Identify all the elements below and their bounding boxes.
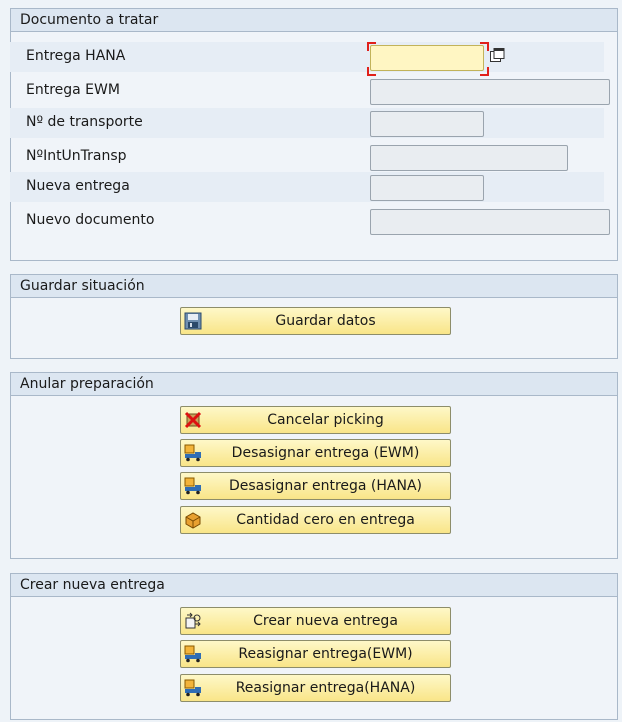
entrega-ewm-input[interactable] [370, 79, 610, 105]
truck-icon [184, 679, 201, 697]
multiple-selection-icon[interactable] [490, 48, 505, 63]
crear-title: Crear nueva entrega [11, 574, 617, 597]
anular-title: Anular preparación [11, 373, 617, 396]
truck-icon [184, 444, 201, 462]
reasignar-ewm-button[interactable]: Reasignar entrega(EWM) [180, 640, 451, 668]
intuntransp-label: NºIntUnTransp [26, 148, 127, 164]
desasignar-hana-label: Desasignar entrega (HANA) [228, 478, 423, 494]
row-nuevo-documento: Nuevo documento [10, 206, 610, 236]
row-intuntransp: NºIntUnTransp [10, 142, 604, 172]
entrega-hana-input[interactable] [370, 45, 484, 71]
guardar-datos-label: Guardar datos [275, 313, 376, 329]
desasignar-hana-button[interactable]: Desasignar entrega (HANA) [180, 472, 451, 500]
create-delivery-icon [185, 612, 201, 629]
reasignar-hana-button[interactable]: Reasignar entrega(HANA) [180, 674, 451, 702]
truck-icon [184, 645, 201, 663]
nueva-entrega-input[interactable] [370, 175, 484, 201]
desasignar-ewm-label: Desasignar entrega (EWM) [231, 445, 420, 461]
focus-corner-br [480, 67, 489, 76]
cancelar-picking-button[interactable]: Cancelar picking [180, 406, 451, 434]
reasignar-hana-label: Reasignar entrega(HANA) [235, 680, 416, 696]
transporte-input[interactable] [370, 111, 484, 137]
crear-nueva-entrega-button[interactable]: Crear nueva entrega [180, 607, 451, 635]
cancel-picking-icon [184, 411, 202, 429]
guardar-title: Guardar situación [11, 275, 617, 298]
crear-nueva-entrega-label: Crear nueva entrega [253, 613, 398, 629]
documento-title: Documento a tratar [11, 9, 617, 32]
focus-corner-tr [480, 42, 489, 51]
focus-corner-tl [367, 42, 376, 51]
cantidad-cero-button[interactable]: Cantidad cero en entrega [180, 506, 451, 534]
row-entrega-hana: Entrega HANA [10, 42, 604, 76]
nuevo-documento-label: Nuevo documento [26, 212, 155, 228]
cancelar-picking-label: Cancelar picking [267, 412, 384, 428]
truck-icon [184, 477, 201, 495]
guardar-datos-button[interactable]: Guardar datos [180, 307, 451, 335]
row-transporte: Nº de transporte [10, 108, 604, 138]
zero-quantity-icon [185, 512, 201, 529]
nueva-entrega-label: Nueva entrega [26, 178, 130, 194]
save-data-icon [184, 312, 202, 330]
focus-corner-bl [367, 67, 376, 76]
reasignar-ewm-label: Reasignar entrega(EWM) [238, 646, 413, 662]
entrega-hana-label: Entrega HANA [26, 48, 126, 64]
intuntransp-input[interactable] [370, 145, 568, 171]
cantidad-cero-label: Cantidad cero en entrega [236, 512, 415, 528]
entrega-ewm-label: Entrega EWM [26, 82, 120, 98]
transporte-label: Nº de transporte [26, 114, 143, 130]
nuevo-documento-input[interactable] [370, 209, 610, 235]
row-entrega-ewm: Entrega EWM [10, 76, 610, 106]
desasignar-ewm-button[interactable]: Desasignar entrega (EWM) [180, 439, 451, 467]
row-nueva-entrega: Nueva entrega [10, 172, 604, 202]
